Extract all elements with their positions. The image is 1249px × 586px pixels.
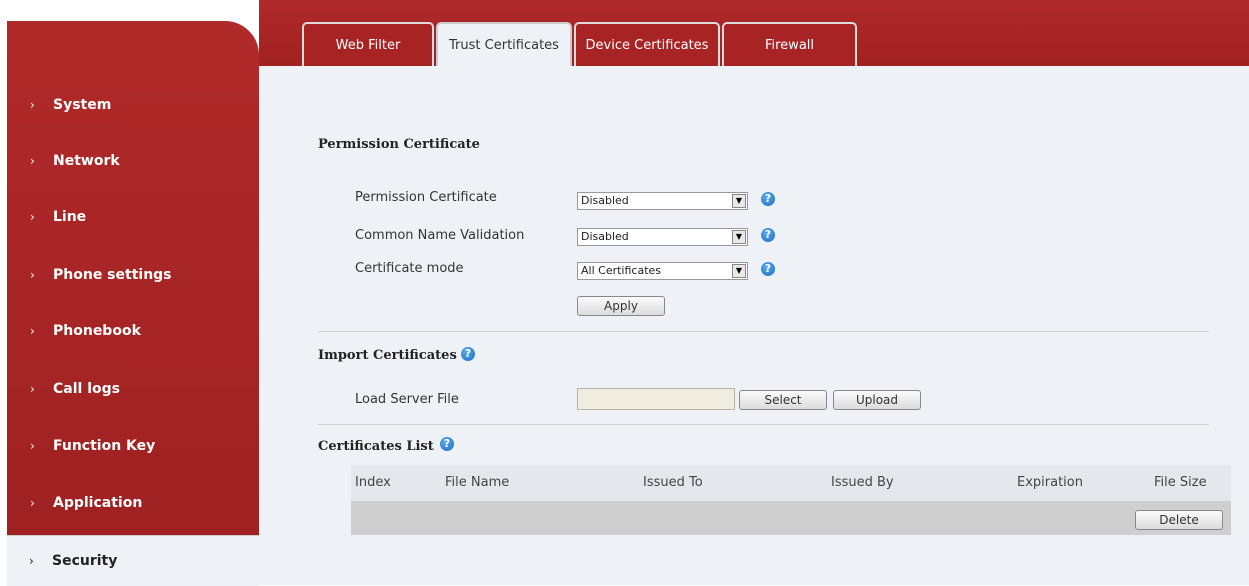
tab-label: Trust Certificates (449, 37, 559, 53)
certificate-mode-label: Certificate mode (355, 261, 464, 276)
sidebar-item-network[interactable]: › Network (7, 133, 259, 189)
column-header-file-size: File Size (1154, 475, 1207, 490)
apply-button[interactable]: Apply (577, 296, 665, 316)
certificate-mode-select[interactable]: All Certificates ▼ (577, 262, 748, 280)
help-icon[interactable]: ? (761, 228, 775, 242)
file-path-input[interactable] (577, 388, 735, 410)
sidebar-item-label: Call logs (53, 381, 120, 397)
table-header: Index File Name Issued To Issued By Expi… (351, 465, 1231, 501)
delete-button[interactable]: Delete (1135, 510, 1223, 530)
tab-firewall[interactable]: Firewall (722, 22, 857, 66)
permission-certificate-select[interactable]: Disabled ▼ (577, 192, 748, 210)
import-certificates-title: Import Certificates (318, 348, 457, 363)
chevron-right-icon: › (30, 439, 35, 453)
upload-button[interactable]: Upload (833, 390, 921, 410)
chevron-right-icon: › (30, 496, 35, 510)
chevron-right-icon: › (30, 268, 35, 282)
sidebar-item-label: Phonebook (53, 323, 141, 339)
permission-certificate-label: Permission Certificate (355, 190, 497, 205)
chevron-right-icon: › (30, 382, 35, 396)
sidebar-item-phone-settings[interactable]: › Phone settings (7, 247, 259, 303)
sidebar-item-label: Application (53, 495, 143, 511)
select-value: Disabled (581, 194, 629, 207)
chevron-right-icon: › (30, 98, 35, 112)
column-header-file-name: File Name (445, 475, 510, 490)
load-server-file-label: Load Server File (355, 392, 459, 407)
sidebar: › System › Network › Line › Phone settin… (0, 0, 259, 586)
permission-certificate-heading: Permission Certificate (318, 137, 480, 152)
common-name-validation-select[interactable]: Disabled ▼ (577, 228, 748, 246)
tab-label: Web Filter (335, 37, 401, 53)
help-icon[interactable]: ? (461, 347, 475, 361)
sidebar-item-label: Network (53, 153, 120, 169)
tab-label: Firewall (764, 37, 815, 53)
sidebar-item-function-key[interactable]: › Function Key (7, 418, 259, 474)
sidebar-item-security[interactable]: › Security (7, 535, 259, 586)
column-header-issued-by: Issued By (831, 475, 894, 490)
tab-device-certificates[interactable]: Device Certificates (574, 22, 720, 66)
help-icon[interactable]: ? (440, 437, 454, 451)
sidebar-item-label: Line (53, 209, 87, 225)
tab-web-filter[interactable]: Web Filter (302, 22, 434, 66)
certificates-list-heading: Certificates List (318, 439, 434, 454)
chevron-right-icon: › (30, 324, 35, 338)
certificates-list-title: Certificates List (318, 439, 434, 454)
sidebar-item-application[interactable]: › Application (7, 475, 259, 531)
column-header-index: Index (355, 475, 391, 490)
import-certificates-heading: Import Certificates (318, 348, 457, 363)
help-icon[interactable]: ? (761, 262, 775, 276)
sidebar-item-label: System (53, 97, 112, 113)
dropdown-arrow-icon: ▼ (732, 264, 746, 278)
table-row: Delete (351, 501, 1231, 535)
divider (318, 424, 1209, 425)
dropdown-arrow-icon: ▼ (732, 194, 746, 208)
sidebar-item-phonebook[interactable]: › Phonebook (7, 303, 259, 359)
chevron-right-icon: › (29, 554, 34, 568)
sidebar-panel: › System › Network › Line › Phone settin… (7, 21, 259, 586)
sidebar-item-label: Function Key (53, 438, 156, 454)
select-value: All Certificates (581, 264, 662, 277)
tab-label: Device Certificates (585, 37, 709, 53)
sidebar-item-label: Security (52, 553, 118, 569)
select-value: Disabled (581, 230, 629, 243)
chevron-right-icon: › (30, 154, 35, 168)
sidebar-item-label: Phone settings (53, 267, 172, 283)
select-button[interactable]: Select (739, 390, 827, 410)
sidebar-item-system[interactable]: › System (7, 77, 259, 133)
column-header-issued-to: Issued To (643, 475, 703, 490)
common-name-validation-label: Common Name Validation (355, 228, 525, 243)
sidebar-item-line[interactable]: › Line (7, 189, 259, 245)
divider (318, 331, 1209, 332)
dropdown-arrow-icon: ▼ (732, 230, 746, 244)
sidebar-item-call-logs[interactable]: › Call logs (7, 361, 259, 417)
chevron-right-icon: › (30, 210, 35, 224)
help-icon[interactable]: ? (761, 192, 775, 206)
tab-trust-certificates[interactable]: Trust Certificates (436, 22, 572, 66)
column-header-expiration: Expiration (1017, 475, 1083, 490)
